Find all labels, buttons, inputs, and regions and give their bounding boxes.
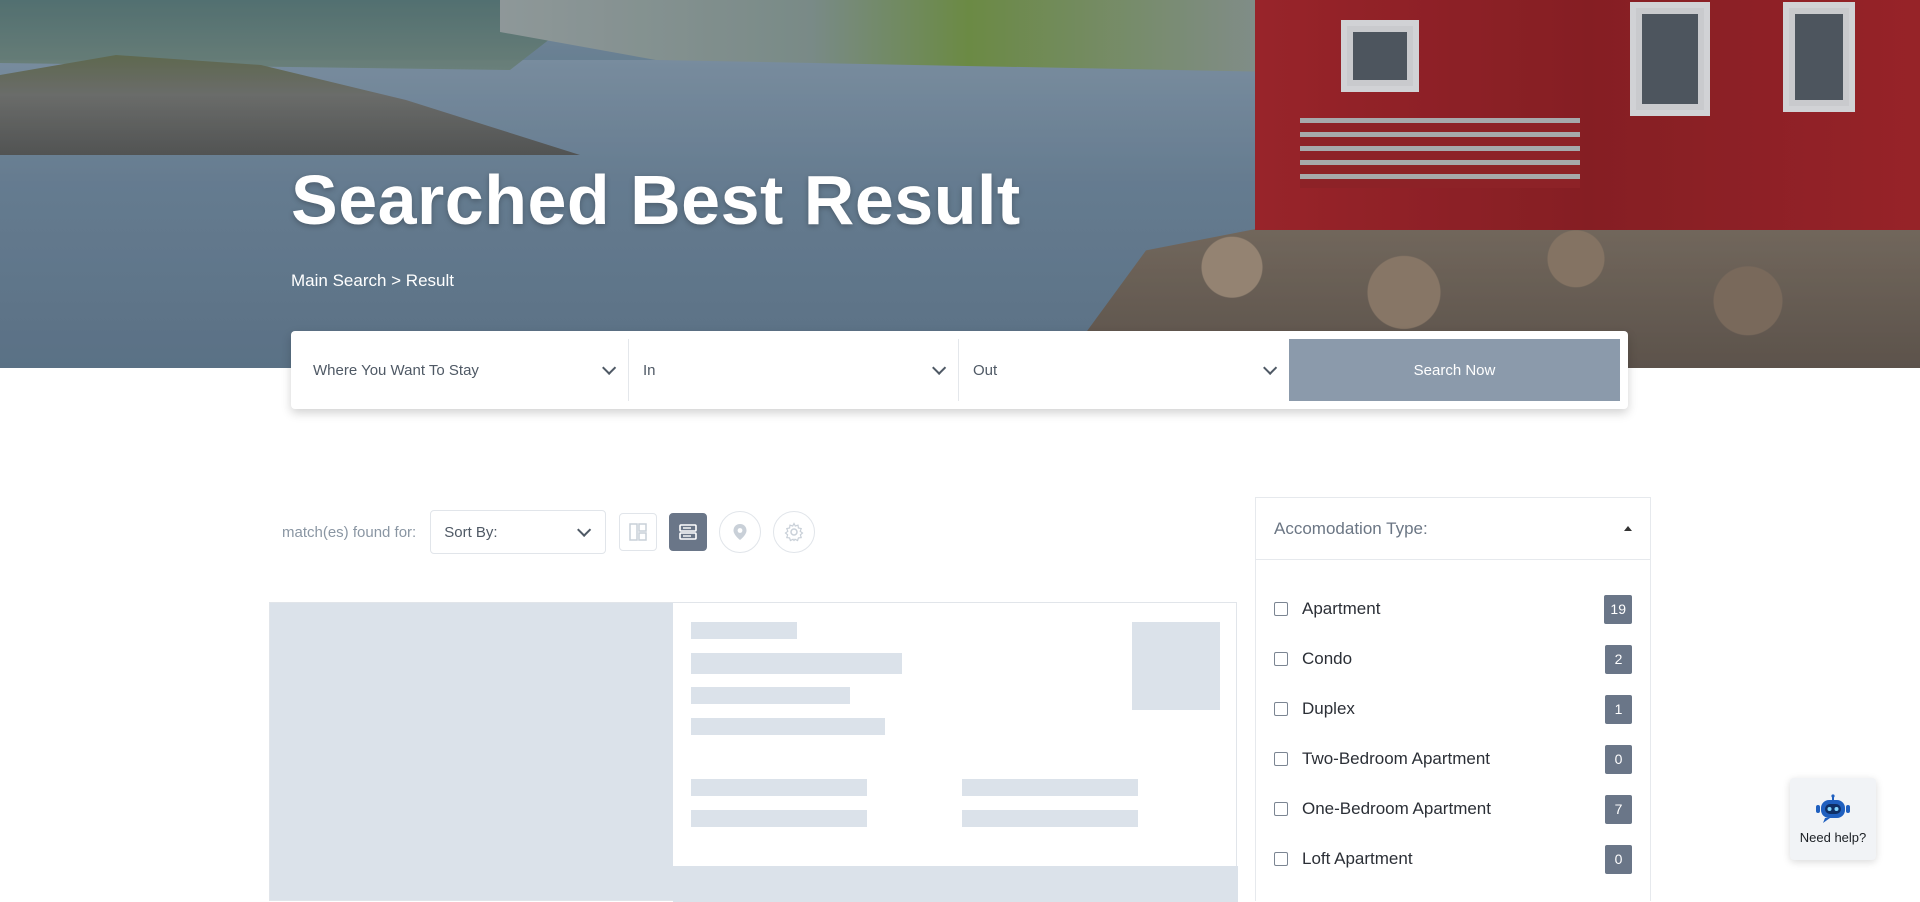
filter-item[interactable]: Loft Apartment 0	[1256, 834, 1650, 884]
map-view-button[interactable]	[719, 511, 762, 553]
filter-count-badge: 7	[1605, 794, 1632, 824]
skeleton-line	[691, 653, 902, 674]
filter-checkbox[interactable]	[1274, 602, 1288, 616]
skeleton-line	[691, 687, 850, 704]
accommodation-filter-panel: Accomodation Type: Apartment 19 Condo 2 …	[1255, 497, 1651, 901]
help-widget[interactable]: Need help?	[1790, 778, 1876, 860]
result-footer-placeholder	[673, 866, 1238, 902]
page-title: Searched Best Result	[291, 161, 1021, 239]
filter-count-badge: 1	[1605, 694, 1632, 724]
filter-item-label: Two-Bedroom Apartment	[1302, 749, 1491, 768]
filter-checkbox[interactable]	[1274, 652, 1288, 666]
filter-list: Apartment 19 Condo 2 Duplex 1 Two-Bedroo…	[1256, 560, 1650, 884]
skeleton-thumb	[1132, 622, 1220, 710]
filter-header[interactable]: Accomodation Type:	[1256, 498, 1650, 560]
filter-item[interactable]: One-Bedroom Apartment 7	[1256, 784, 1650, 834]
help-label: Need help?	[1799, 829, 1867, 845]
destination-select[interactable]: Where You Want To Stay	[299, 339, 629, 401]
result-image-placeholder	[270, 603, 673, 900]
skeleton-line	[691, 718, 885, 735]
filter-count-badge: 2	[1605, 644, 1632, 674]
skeleton-line	[962, 779, 1138, 796]
filter-item[interactable]: Apartment 19	[1256, 584, 1650, 634]
match-count-label: match(es) found for:	[282, 523, 417, 541]
map-pin-icon	[733, 524, 747, 540]
filter-item-label: Apartment	[1302, 599, 1381, 618]
sort-select[interactable]: Sort By:	[430, 510, 607, 554]
checkout-select-label: Out	[973, 361, 998, 379]
chevron-down-icon	[1263, 360, 1278, 375]
result-card-skeleton	[269, 602, 1238, 902]
chatbot-icon	[1816, 793, 1850, 823]
filter-checkbox[interactable]	[1274, 802, 1288, 816]
list-view-icon	[679, 524, 698, 540]
filter-item-label: Duplex	[1302, 699, 1355, 718]
chevron-down-icon	[602, 360, 617, 375]
filter-checkbox[interactable]	[1274, 852, 1288, 866]
search-now-button[interactable]: Search Now	[1289, 339, 1620, 401]
filter-title: Accomodation Type:	[1274, 518, 1428, 538]
filter-count-badge: 0	[1605, 844, 1632, 874]
filter-item[interactable]: Two-Bedroom Apartment 0	[1256, 734, 1650, 784]
settings-icon	[784, 522, 804, 542]
filter-count-badge: 0	[1605, 744, 1632, 774]
skeleton-line	[962, 810, 1138, 827]
list-view-button[interactable]	[669, 513, 708, 551]
destination-select-label: Where You Want To Stay	[313, 361, 479, 379]
chevron-down-icon	[577, 522, 592, 537]
filter-item-label: Condo	[1302, 649, 1353, 668]
checkin-select-label: In	[643, 361, 656, 379]
skeleton-line	[691, 810, 867, 827]
caret-up-icon	[1624, 526, 1632, 531]
filter-checkbox[interactable]	[1274, 702, 1288, 716]
breadcrumb[interactable]: Main Search > Result	[291, 271, 454, 291]
grid-view-icon	[629, 523, 647, 541]
filter-item[interactable]: Condo 2	[1256, 634, 1650, 684]
filter-item[interactable]: Duplex 1	[1256, 684, 1650, 734]
grid-view-button[interactable]	[619, 513, 658, 551]
filter-item-label: Loft Apartment	[1302, 849, 1413, 868]
checkout-select[interactable]: Out	[959, 339, 1289, 401]
skeleton-line	[691, 779, 867, 796]
filter-checkbox[interactable]	[1274, 752, 1288, 766]
skeleton-line	[691, 622, 797, 639]
filter-item-label: One-Bedroom Apartment	[1302, 799, 1491, 818]
search-bar: Where You Want To Stay In Out Search Now	[291, 331, 1628, 409]
settings-button[interactable]	[773, 511, 816, 553]
sort-select-label: Sort By:	[444, 523, 498, 541]
chevron-down-icon	[932, 360, 947, 375]
checkin-select[interactable]: In	[629, 339, 959, 401]
results-toolbar: match(es) found for: Sort By:	[282, 510, 827, 554]
filter-count-badge: 19	[1604, 594, 1632, 624]
